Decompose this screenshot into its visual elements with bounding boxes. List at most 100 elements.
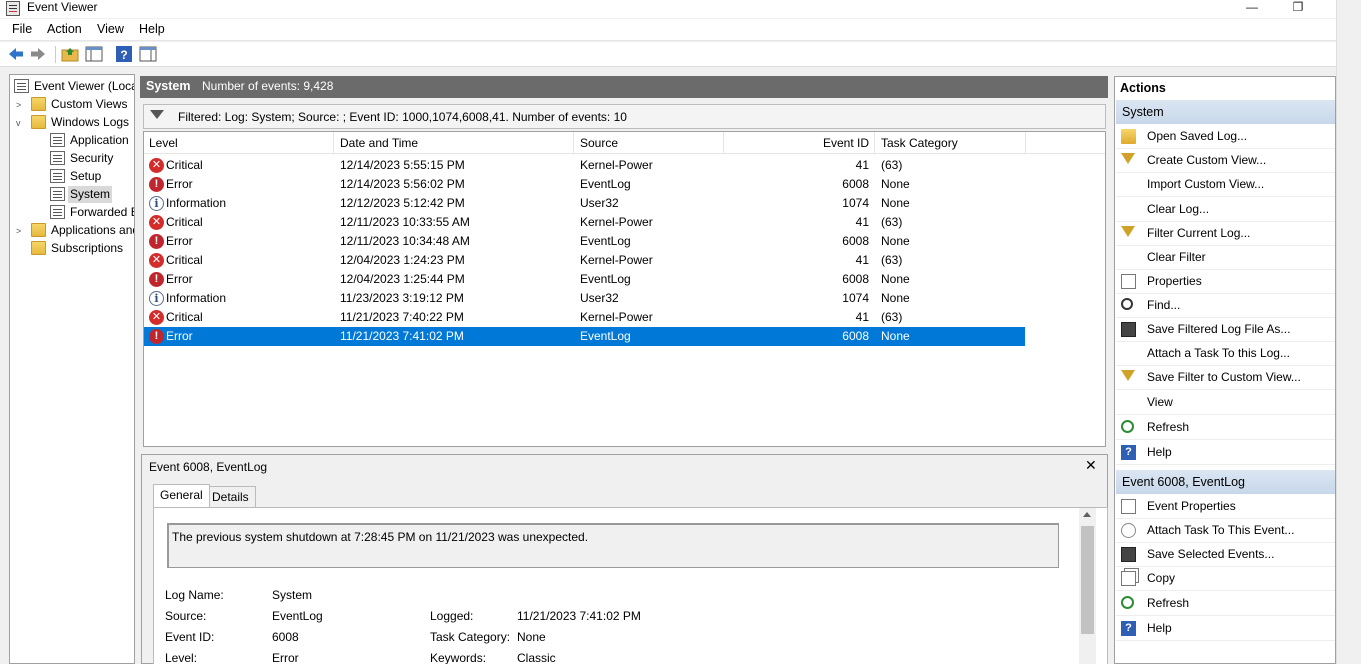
expand-custom-views[interactable]: > (16, 101, 24, 110)
event-viewer-icon (14, 79, 29, 93)
action-item[interactable]: Event Properties (1116, 495, 1335, 519)
action-item[interactable]: Create Custom View... (1116, 149, 1335, 173)
column-source[interactable]: Source (575, 132, 724, 154)
menu-file[interactable]: File (12, 22, 32, 36)
menu-view[interactable]: View (97, 22, 124, 36)
logged-label: Logged: (430, 609, 474, 623)
action-item[interactable]: Attach a Task To this Log... (1116, 342, 1335, 366)
help-icon[interactable]: ? (115, 45, 133, 63)
action-item[interactable]: Save Filtered Log File As... (1116, 318, 1335, 342)
tree-windows-logs-label: Windows Logs (51, 115, 130, 129)
help-icon: ? (1121, 621, 1136, 636)
actions-title: Actions (1120, 81, 1166, 95)
cell-source: Kernel-Power (580, 215, 653, 229)
critical-icon: ✕ (149, 215, 164, 230)
action-item[interactable]: ? Help (1116, 617, 1335, 641)
cell-source: Kernel-Power (580, 158, 653, 172)
action-item[interactable]: Copy (1116, 567, 1335, 591)
expand-apps-services[interactable]: > (16, 227, 24, 236)
restore-button[interactable]: ❐ (1278, 0, 1318, 16)
table-row[interactable]: ✕ Critical 11/21/2023 7:40:22 PM Kernel-Pow… (144, 308, 1025, 327)
folder-icon (31, 97, 46, 111)
cell-source: EventLog (580, 272, 631, 286)
cell-date: 12/04/2023 1:24:23 PM (340, 253, 465, 267)
minimize-button[interactable]: — (1232, 0, 1272, 16)
table-row[interactable]: ✕ Critical 12/04/2023 1:24:23 PM Kernel-Pow… (144, 251, 1025, 270)
table-row[interactable]: ✕ Critical 12/11/2023 10:33:55 AM Kernel-Po… (144, 213, 1025, 232)
cell-date: 12/11/2023 10:33:55 AM (340, 215, 470, 229)
scroll-thumb[interactable] (1081, 526, 1094, 634)
action-label: Save Filtered Log File As... (1147, 322, 1291, 336)
action-label: Filter Current Log... (1147, 226, 1251, 240)
attach-task-icon (1121, 523, 1136, 538)
tab-details[interactable]: Details (205, 486, 256, 508)
table-row[interactable]: ! Error 11/21/2023 7:41:02 PM EventLog 6008 N… (144, 327, 1025, 346)
event-id-value: 6008 (272, 630, 299, 644)
action-item[interactable]: Clear Filter (1116, 246, 1335, 270)
folder-icon (31, 223, 46, 237)
table-row[interactable]: i Information 12/12/2023 5:12:42 PM User32 1… (144, 194, 1025, 213)
table-row[interactable]: ! Error 12/11/2023 10:34:48 AM EventLog 6008… (144, 232, 1025, 251)
action-item[interactable]: Properties (1116, 270, 1335, 294)
event-description[interactable]: The previous system shutdown at 7:28:45 … (167, 523, 1059, 568)
table-row[interactable]: ✕ Critical 12/14/2023 5:55:15 PM Kernel-Pow… (144, 156, 1025, 175)
toolbar-separator (55, 46, 56, 63)
event-detail-pane: Event 6008, EventLog ✕ Details General T… (141, 454, 1108, 664)
action-item[interactable]: Filter Current Log... (1116, 222, 1335, 246)
action-item[interactable]: Clear Log... (1116, 198, 1335, 222)
action-item[interactable]: Open Saved Log... (1116, 125, 1335, 149)
up-folder-icon[interactable] (61, 45, 79, 63)
action-item[interactable]: Save Selected Events... (1116, 543, 1335, 567)
action-label: Refresh (1147, 596, 1190, 610)
cell-level: Error (166, 329, 193, 343)
log-header: System Number of events: 9,428 (140, 76, 1108, 98)
action-item[interactable]: Refresh (1116, 592, 1335, 616)
table-row[interactable]: ! Error 12/14/2023 5:56:02 PM EventLog 6008 N… (144, 175, 1025, 194)
toolbar: ? (0, 42, 1336, 67)
actions-section-system[interactable]: System (1116, 100, 1335, 124)
action-item[interactable]: Attach Task To This Event... (1116, 519, 1335, 543)
show-hide-action-pane-icon[interactable] (139, 45, 157, 63)
table-row[interactable]: i Information 11/23/2023 3:19:12 PM User32 1… (144, 289, 1025, 308)
column-date[interactable]: Date and Time (335, 132, 574, 154)
back-arrow-icon[interactable] (7, 45, 25, 63)
properties-icon (1121, 274, 1136, 289)
action-item[interactable]: Find... (1116, 294, 1335, 318)
tab-general[interactable]: General (153, 484, 210, 508)
task-category-value: None (517, 630, 546, 644)
action-label: Import Custom View... (1147, 177, 1265, 191)
column-task-category[interactable]: Task Category (876, 132, 1026, 154)
forward-arrow-icon[interactable] (29, 45, 47, 63)
cell-level: Critical (166, 215, 203, 229)
table-row[interactable]: ! Error 12/04/2023 1:25:44 PM EventLog 6008 N… (144, 270, 1025, 289)
menu-help[interactable]: Help (139, 22, 165, 36)
log-icon (50, 133, 65, 147)
cell-level: Error (166, 177, 193, 191)
cell-source: Kernel-Power (580, 310, 653, 324)
properties-icon (1121, 499, 1136, 514)
column-event-id[interactable]: Event ID (725, 132, 875, 154)
column-level[interactable]: Level (144, 132, 334, 154)
action-label: Create Custom View... (1147, 153, 1267, 167)
event-list[interactable]: Level Date and Time Source Event ID Task… (143, 131, 1106, 447)
window-title: Event Viewer (27, 0, 98, 14)
actions-section-event[interactable]: Event 6008, EventLog (1116, 470, 1335, 494)
filter-icon (150, 110, 164, 119)
cell-task: None (881, 177, 910, 191)
action-label: View (1147, 395, 1173, 409)
action-item[interactable]: ? Help (1116, 441, 1335, 465)
action-item[interactable]: Import Custom View... (1116, 173, 1335, 197)
menu-action[interactable]: Action (47, 22, 82, 36)
log-icon (50, 187, 65, 201)
close-icon[interactable]: ✕ (1085, 457, 1097, 474)
action-item[interactable]: Save Filter to Custom View... (1116, 366, 1335, 390)
cell-level: Error (166, 234, 193, 248)
scroll-up-arrow-icon[interactable] (1083, 512, 1091, 517)
collapse-windows-logs[interactable]: v (16, 119, 24, 128)
detail-scrollbar[interactable] (1079, 508, 1096, 664)
source-value: EventLog (272, 609, 323, 623)
cell-id: 6008 (842, 329, 869, 343)
action-item[interactable]: Refresh (1116, 416, 1335, 440)
show-hide-console-tree-icon[interactable] (85, 45, 103, 63)
action-item[interactable]: View (1116, 391, 1335, 415)
